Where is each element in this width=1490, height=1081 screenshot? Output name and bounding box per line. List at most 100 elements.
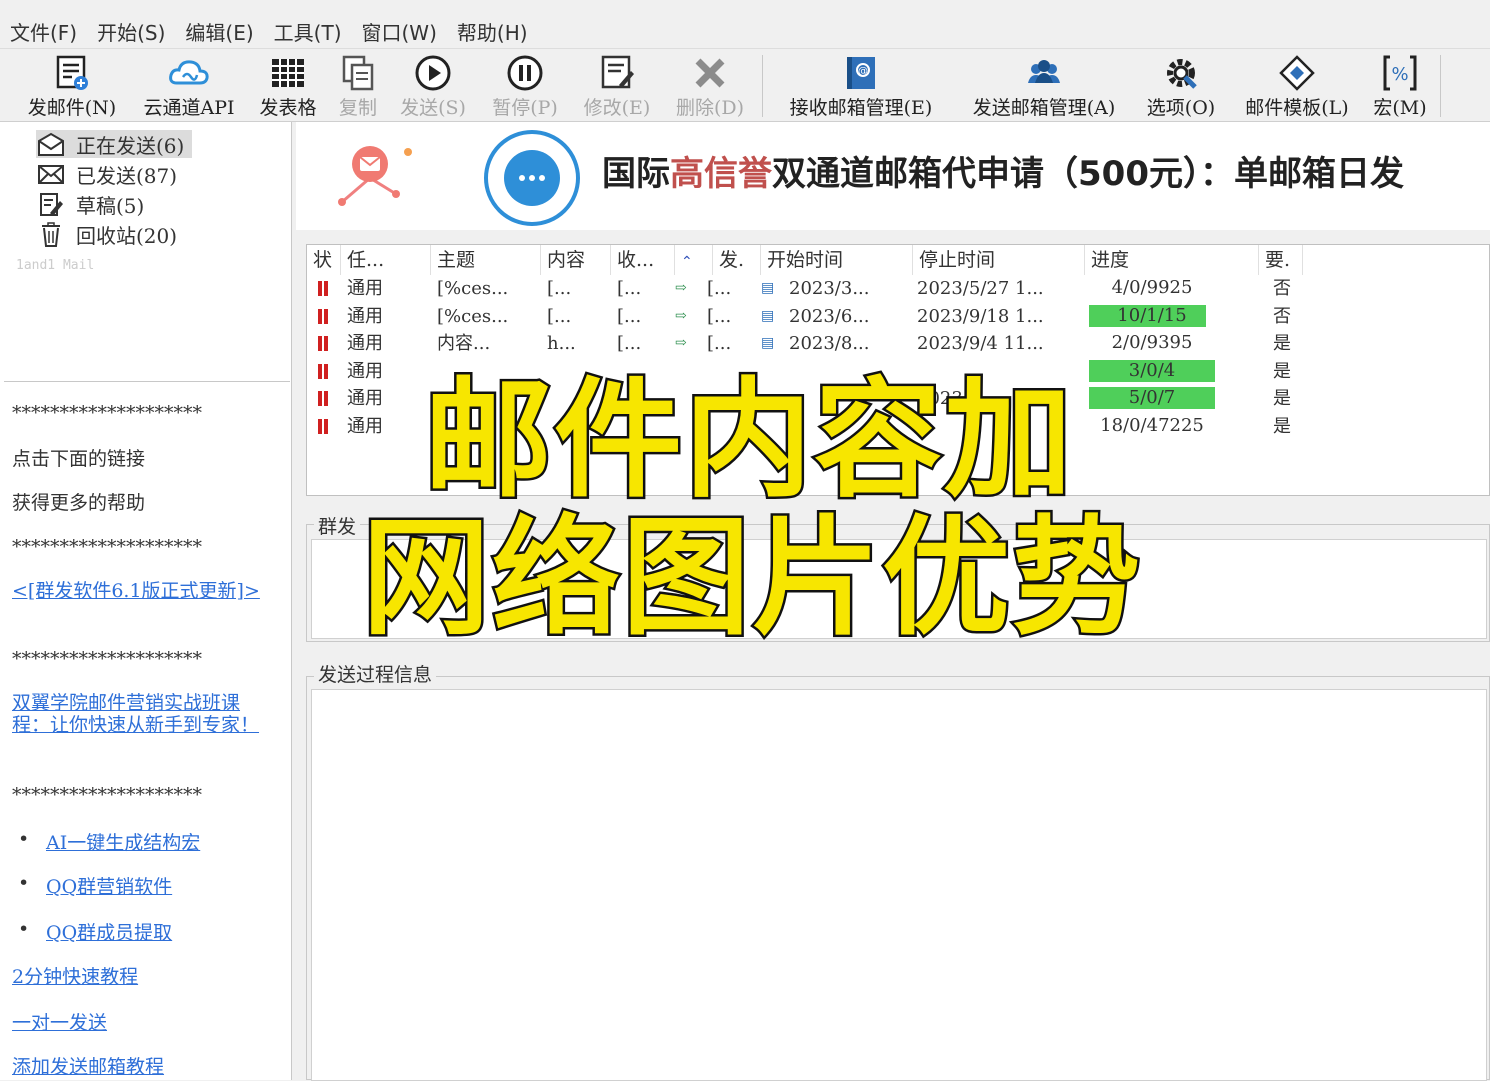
menu-help[interactable]: 帮助(H): [457, 17, 528, 46]
edit-button[interactable]: 修改(E): [576, 53, 658, 119]
import-icon: ⇨: [675, 307, 687, 324]
template-label: 邮件模板(L): [1245, 97, 1349, 119]
qq-marketing-link[interactable]: QQ群营销软件: [46, 876, 172, 898]
template-button[interactable]: 邮件模板(L): [1234, 53, 1360, 119]
course-link-text[interactable]: 双翼学院邮件营销实战班课程：让你快速从新手到专家！: [12, 692, 259, 736]
receive-mailbox-button[interactable]: @ 接收邮箱管理(E): [776, 53, 946, 119]
ad-banner[interactable]: 国际高信誉双通道邮箱代申请（500元）：单邮箱日发: [296, 122, 1490, 230]
send-table-button[interactable]: 发表格: [252, 53, 324, 119]
qq-extract-link[interactable]: QQ群成员提取: [46, 922, 172, 944]
process-info-panel: [306, 676, 1490, 1081]
pause-button[interactable]: 暂停(P): [484, 53, 566, 119]
column-header[interactable]: 发.: [713, 245, 761, 275]
folder-sent[interactable]: 已发送(87): [36, 160, 177, 188]
cloud-api-button[interactable]: 云通道API: [138, 53, 240, 119]
column-header[interactable]: 开始时间: [761, 245, 913, 275]
edit-icon: [601, 55, 634, 89]
gear-icon: [1167, 59, 1197, 89]
menu-tools[interactable]: 工具(T): [274, 17, 342, 46]
menu-window[interactable]: 窗口(W): [362, 17, 437, 46]
column-header[interactable]: 停止时间: [913, 245, 1085, 275]
process-info-label: 发送过程信息: [314, 660, 437, 687]
table-cell-stop: 2023/9/18 1...: [917, 305, 1044, 327]
column-header[interactable]: 要.: [1259, 245, 1303, 275]
table-cell-required: 否: [1273, 278, 1291, 299]
banner-title-highlight: 高信誉: [670, 154, 772, 194]
update-link-text[interactable]: <[群发软件6.1版正式更新]>: [12, 580, 260, 602]
progress-text: 10/1/15: [1117, 304, 1187, 326]
separator-stars: ********************: [12, 536, 202, 558]
progress-text: 5/0/7: [1128, 387, 1176, 408]
help-text: 点击下面的链接: [12, 448, 146, 470]
progress-text: 4/0/9925: [1111, 277, 1193, 298]
schedule-icon: ▤: [761, 280, 775, 296]
column-header[interactable]: 进度: [1085, 245, 1259, 275]
folder-trash[interactable]: 回收站(20): [36, 220, 177, 248]
send-button[interactable]: 发送(S): [392, 53, 474, 119]
update-link[interactable]: <[群发软件6.1版正式更新]>: [12, 580, 274, 602]
column-header[interactable]: 内容: [541, 245, 611, 275]
one-to-one-link-text[interactable]: 一对一发送: [12, 1012, 107, 1034]
progress-text: 18/0/47225: [1100, 414, 1204, 436]
paused-status-icon: [317, 391, 329, 406]
menu-file[interactable]: 文件(F): [10, 17, 77, 46]
edit-label: 修改(E): [583, 97, 651, 119]
table-row[interactable]: 通用 [%ces... [... [... [... 2023/6... 2023/9/18…: [307, 303, 1307, 330]
table-cell-task: 通用: [347, 388, 383, 409]
table-cell-start: 2023/6...: [789, 305, 870, 327]
cloud-api-label: 云通道API: [143, 97, 235, 119]
new-mail-icon: [56, 55, 88, 90]
list-item: • QQ群成员提取: [18, 918, 173, 944]
table-cell-content: [...: [547, 305, 572, 327]
copy-icon: [342, 55, 374, 91]
table-cell-recv: [...: [617, 305, 642, 327]
tutorial-link[interactable]: 2分钟快速教程: [12, 962, 138, 989]
progress-bar: 3/0/4: [1089, 359, 1215, 382]
paused-status-icon: [317, 418, 329, 434]
table-cell-task: 通用: [347, 278, 383, 299]
sort-column-header[interactable]: ⌃: [675, 245, 713, 275]
table-cell-task: 通用: [347, 305, 383, 327]
table-cell-stop: 2023/5/27 1...: [917, 278, 1044, 299]
column-header[interactable]: 收...: [611, 245, 675, 275]
sort-up-icon: ⌃: [681, 254, 693, 270]
menu-start[interactable]: 开始(S): [97, 17, 165, 46]
course-link[interactable]: 双翼学院邮件营销实战班课程：让你快速从新手到专家！: [12, 692, 274, 736]
column-header[interactable]: 状: [307, 245, 341, 275]
column-header[interactable]: 任...: [341, 245, 431, 275]
paused-status-icon: [317, 281, 329, 296]
ai-macro-link[interactable]: AI一键生成结构宏: [46, 832, 200, 854]
svg-text:@: @: [858, 66, 868, 77]
options-button[interactable]: 选项(O): [1140, 53, 1222, 119]
one-to-one-link[interactable]: 一对一发送: [12, 1008, 107, 1035]
column-header[interactable]: 主题: [431, 245, 541, 275]
separator-stars: ********************: [12, 648, 202, 670]
table-row[interactable]: 通用 [%ces... [... [... [... 2023/3... 2023/5/27…: [307, 275, 1307, 302]
folder-sending[interactable]: 正在发送(6): [36, 130, 193, 158]
table-cell-subject: [%ces...: [437, 305, 509, 327]
new-mail-button[interactable]: 发邮件(N): [22, 53, 122, 119]
menu-edit[interactable]: 编辑(E): [185, 17, 253, 46]
progress-bar: 5/0/7: [1089, 387, 1215, 409]
toolbar-separator: [762, 55, 763, 117]
envelope-icon: [38, 165, 64, 184]
add-mailbox-link[interactable]: 添加发送邮箱教程: [12, 1052, 164, 1079]
users-icon: [1028, 60, 1060, 83]
paused-status-icon: [317, 336, 329, 351]
template-icon: [1279, 55, 1315, 91]
send-mailbox-button[interactable]: 发送邮箱管理(A): [958, 53, 1130, 119]
table-cell-required: 否: [1273, 305, 1291, 327]
folder-footer: 1and1 Mail: [16, 258, 95, 273]
delete-button[interactable]: 删除(D): [668, 53, 752, 119]
tutorial-link-text[interactable]: 2分钟快速教程: [12, 966, 138, 988]
folder-drafts[interactable]: 草稿(5): [36, 190, 144, 218]
copy-button[interactable]: 复制: [330, 53, 386, 119]
delete-label: 删除(D): [675, 97, 745, 119]
list-item: • QQ群营销软件: [18, 872, 173, 898]
folder-label: 草稿(5): [76, 193, 145, 218]
draft-icon: [40, 193, 63, 216]
add-mailbox-link-text[interactable]: 添加发送邮箱教程: [12, 1056, 164, 1078]
banner-title-part: 双通道邮箱代申请（500元）：单邮箱日发: [772, 154, 1404, 194]
svg-text:%: %: [1391, 64, 1408, 85]
macro-button[interactable]: % 宏(M): [1370, 53, 1430, 119]
